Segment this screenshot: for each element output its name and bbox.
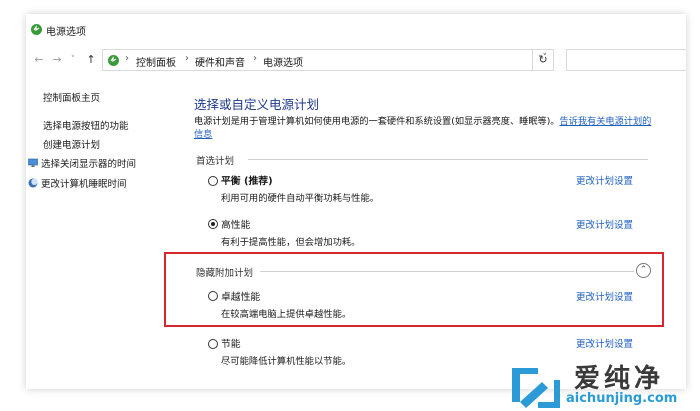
plan-balanced-radio[interactable] — [208, 176, 218, 186]
sidebar-item-create-plan[interactable]: 创建电源计划 — [43, 137, 100, 151]
watermark-text: 爱纯净 — [574, 364, 665, 394]
breadcrumb-separator: › — [125, 53, 129, 64]
breadcrumb-power-options[interactable]: 电源选项 — [263, 54, 303, 69]
plan-balanced-desc: 利用可用的硬件自动平衡功耗与性能。 — [221, 193, 380, 204]
breadcrumb-control-panel[interactable]: 控制面板 — [136, 54, 176, 69]
navigation-bar: ← → ˅ ↑ › 控制面板 › 硬件和声音 › 电源选项 ˅ ↻ — [26, 44, 686, 76]
sidebar-item-label: 更改计算机睡眠时间 — [41, 179, 127, 190]
description-text: 电源计划是用于管理计算机如何使用电源的一套硬件和系统设置(如显示器亮度、睡眠等)… — [194, 116, 560, 127]
highlight-box — [164, 252, 664, 327]
plan-high-performance-radio[interactable] — [208, 219, 218, 229]
recent-locations-icon[interactable]: ˅ — [66, 54, 80, 66]
monitor-icon — [28, 158, 38, 167]
plan-high-performance-desc: 有利于提高性能，但会增加功耗。 — [221, 237, 361, 248]
sidebar-item-power-button[interactable]: 选择电源按钮的功能 — [43, 118, 129, 132]
aichunjing-logo-icon — [512, 368, 560, 408]
forward-icon[interactable]: → — [50, 54, 64, 66]
plan-high-performance-name[interactable]: 高性能 — [221, 217, 250, 231]
breadcrumb-separator: › — [253, 53, 257, 64]
title-bar: 电源选项 — [26, 14, 686, 44]
breadcrumb-hardware-sound[interactable]: 硬件和声音 — [195, 54, 245, 69]
watermark-url: aichunjing.com — [566, 391, 678, 406]
sidebar-control-panel-home[interactable]: 控制面板主页 — [43, 90, 100, 104]
search-input[interactable] — [566, 49, 686, 71]
control-panel-icon — [108, 55, 119, 66]
up-icon[interactable]: ↑ — [84, 54, 98, 66]
change-plan-settings-balanced[interactable]: 更改计划设置 — [576, 173, 633, 187]
power-options-icon — [31, 24, 42, 35]
breadcrumb-separator: › — [185, 53, 189, 64]
refresh-button[interactable]: ↻ — [532, 49, 554, 71]
watermark: 爱纯净 aichunjing.com — [500, 356, 700, 411]
change-plan-settings-power-saver[interactable]: 更改计划设置 — [576, 336, 633, 350]
plan-power-saver-name[interactable]: 节能 — [221, 336, 241, 350]
moon-icon — [28, 178, 38, 188]
change-plan-settings-high-performance[interactable]: 更改计划设置 — [576, 217, 633, 231]
back-icon[interactable]: ← — [32, 54, 46, 66]
address-bar[interactable]: › 控制面板 › 硬件和声音 › 电源选项 ˅ — [102, 49, 554, 71]
preferred-plans-label: 首选计划 — [196, 156, 235, 167]
plan-power-saver-radio[interactable] — [208, 339, 218, 349]
window-title: 电源选项 — [46, 27, 86, 38]
divider — [248, 159, 648, 160]
power-options-window: 电源选项 ← → ˅ ↑ › 控制面板 › 硬件和声音 › 电源选项 ˅ ↻ 控… — [26, 14, 686, 389]
page-description: 电源计划是用于管理计算机如何使用电源的一套硬件和系统设置(如显示器亮度、睡眠等)… — [194, 115, 654, 141]
page-title: 选择或自定义电源计划 — [194, 97, 320, 112]
sidebar-item-label: 选择关闭显示器的时间 — [41, 159, 137, 170]
sidebar-item-sleep-time[interactable]: 更改计算机睡眠时间 — [28, 176, 127, 190]
sidebar-item-display-off[interactable]: 选择关闭显示器的时间 — [28, 156, 136, 170]
plan-balanced-name[interactable]: 平衡 (推荐) — [221, 173, 273, 187]
plan-power-saver-desc: 尽可能降低计算机性能以节能。 — [221, 356, 352, 367]
